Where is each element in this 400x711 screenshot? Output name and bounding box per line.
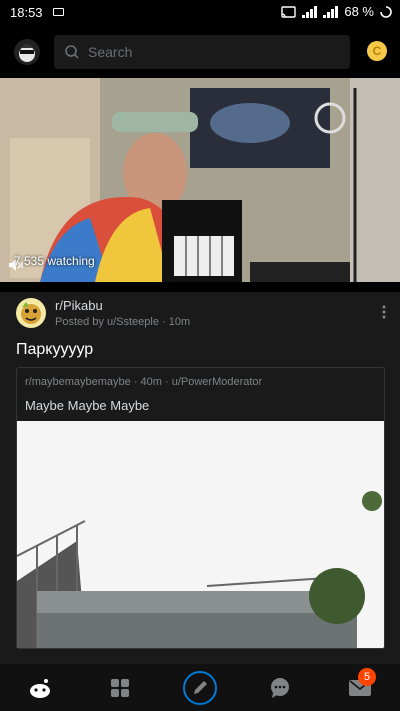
- more-options-icon[interactable]: [382, 305, 386, 319]
- nav-home[interactable]: [20, 668, 60, 708]
- post-meta: Posted by u/Ssteeple · 10m: [55, 316, 191, 328]
- crosspost-card[interactable]: r/maybemaybemaybe · 40m · u/PowerModerat…: [16, 367, 385, 649]
- crosspost-title: Maybe Maybe Maybe: [25, 398, 150, 413]
- status-time: 18:53: [10, 5, 43, 20]
- crosspost-media[interactable]: [17, 421, 384, 648]
- live-video[interactable]: 7,535 watching: [0, 78, 400, 282]
- signal-icon-2: [323, 5, 339, 18]
- coin-icon[interactable]: C: [367, 41, 387, 61]
- bottom-nav: 5: [0, 664, 400, 711]
- user-avatar[interactable]: [14, 39, 40, 65]
- nav-create-post[interactable]: [180, 668, 220, 708]
- screen-record-icon: [53, 8, 64, 16]
- inbox-badge: 5: [358, 667, 376, 686]
- feed-divider: [0, 282, 400, 292]
- post-card[interactable]: r/Pikabu Posted by u/Ssteeple · 10m Парк…: [0, 292, 400, 664]
- nav-inbox[interactable]: 5: [340, 667, 380, 708]
- post-title[interactable]: Паркуууур: [16, 341, 93, 359]
- video-frame: [0, 78, 400, 282]
- edit-icon: [183, 670, 217, 705]
- chat-icon: [271, 677, 289, 698]
- app-header: Search C: [0, 26, 400, 78]
- search-bar[interactable]: Search: [54, 35, 350, 69]
- battery-percent: 68 %: [344, 4, 374, 19]
- reddit-home-icon: [30, 678, 50, 698]
- nav-communities[interactable]: [100, 668, 140, 708]
- search-icon: [65, 45, 79, 59]
- nav-chat[interactable]: [260, 668, 300, 708]
- subreddit-icon[interactable]: [16, 298, 46, 328]
- loading-icon: [380, 5, 392, 18]
- status-bar: 18:53 68 %: [0, 0, 400, 26]
- crosspost-meta: r/maybemaybemaybe · 40m · u/PowerModerat…: [25, 376, 263, 388]
- signal-icon: [302, 5, 318, 18]
- grid-icon: [111, 678, 129, 697]
- viewer-count: 7,535 watching: [14, 254, 95, 268]
- cast-icon: [281, 5, 297, 18]
- search-placeholder: Search: [88, 44, 133, 60]
- subreddit-name[interactable]: r/Pikabu: [55, 298, 103, 313]
